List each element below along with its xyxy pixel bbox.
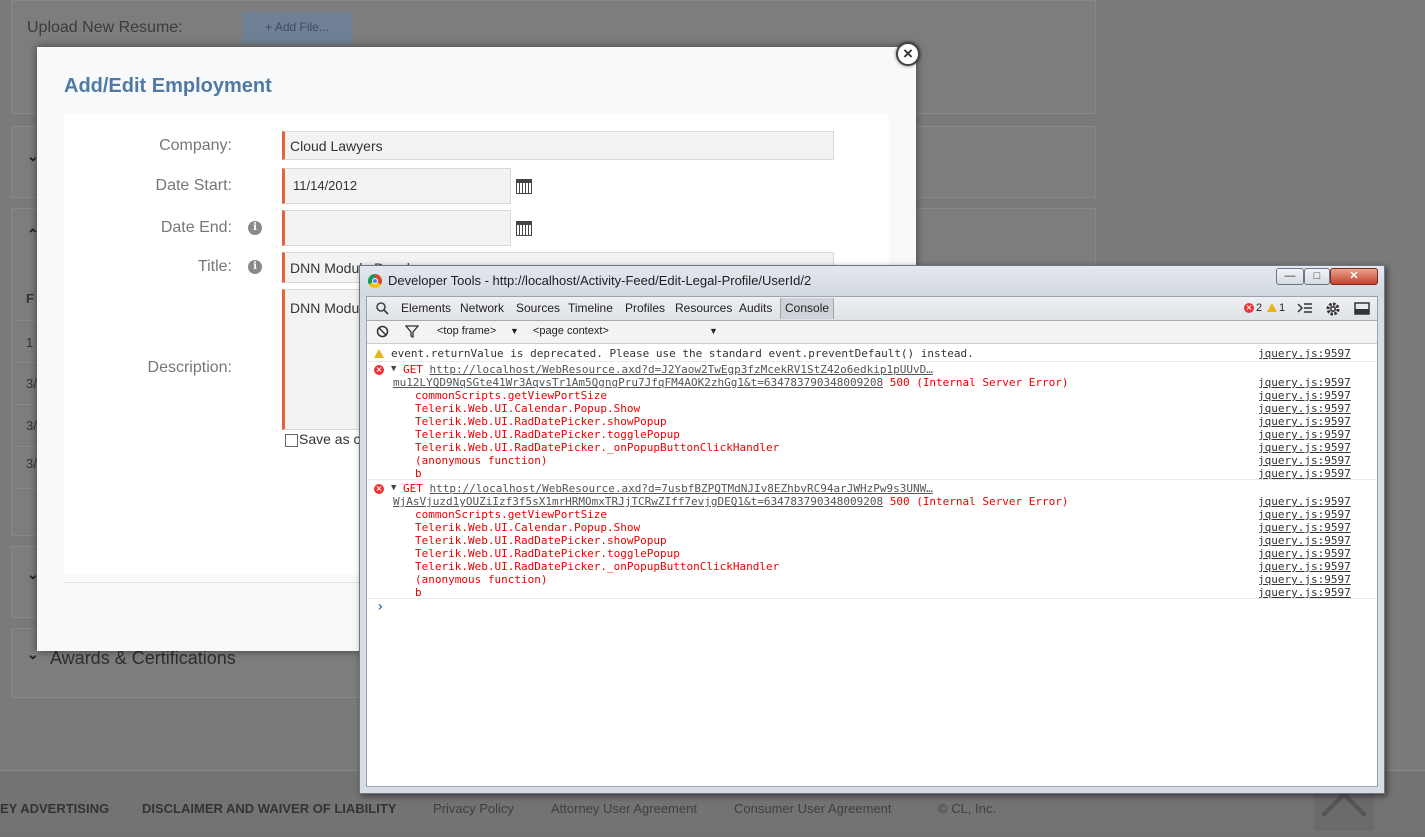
tab-timeline[interactable]: Timeline	[568, 301, 613, 315]
maximize-button[interactable]: □	[1304, 268, 1330, 285]
stack-frame: Telerik.Web.UI.RadDatePicker.togglePopup	[415, 547, 680, 560]
request-url-link[interactable]: WjAsVjuzd1yOUZiIzf3f5sX1mrHRMOmxTRJjTCRw…	[393, 495, 883, 508]
devtools-body: Elements Network Sources Timeline Profil…	[366, 296, 1378, 787]
error-count[interactable]: 2	[1256, 302, 1262, 314]
source-link[interactable]: jquery.js:9597	[1258, 376, 1351, 389]
console-error-message: × ▼ GET http://localhost/WebResource.axd…	[374, 482, 1351, 599]
stack-frame: Telerik.Web.UI.Calendar.Popup.Show	[415, 402, 641, 415]
gear-icon[interactable]	[1325, 301, 1341, 317]
source-link[interactable]: jquery.js:9597	[1258, 495, 1351, 508]
expand-triangle-icon[interactable]: ▼	[391, 363, 396, 376]
source-link[interactable]: jquery.js:9597	[1258, 534, 1351, 547]
footer-disclaimer-link[interactable]: DISCLAIMER AND WAIVER OF LIABILITY	[142, 801, 396, 816]
tab-network[interactable]: Network	[460, 301, 504, 315]
dock-icon[interactable]	[1354, 302, 1370, 315]
source-link[interactable]: jquery.js:9597	[1258, 402, 1351, 415]
chrome-logo-icon	[368, 274, 382, 288]
description-label: Description:	[147, 359, 232, 376]
devtools-window-title: Developer Tools - http://localhost/Activ…	[388, 273, 812, 288]
modal-close-button[interactable]: ×	[896, 42, 920, 66]
console-drawer-icon[interactable]	[1297, 302, 1313, 315]
console-prompt[interactable]: ›	[376, 600, 384, 614]
context-select[interactable]: <page context>	[533, 325, 609, 337]
frame-select-chevron-icon[interactable]: ▼	[510, 326, 519, 336]
search-icon[interactable]	[376, 302, 389, 315]
source-link[interactable]: jquery.js:9597	[1258, 573, 1351, 586]
source-link[interactable]: jquery.js:9597	[1258, 347, 1351, 360]
title-label: Title:	[197, 258, 232, 275]
tab-sources[interactable]: Sources	[516, 301, 560, 315]
save-as-checkbox[interactable]	[285, 434, 298, 447]
source-link[interactable]: jquery.js:9597	[1258, 454, 1351, 467]
company-input[interactable]: Cloud Lawyers	[282, 131, 834, 160]
footer-attorney-agreement-link[interactable]: Attorney User Agreement	[551, 801, 697, 816]
error-icon: ×	[374, 484, 384, 494]
footer-privacy-link[interactable]: Privacy Policy	[433, 801, 514, 816]
minimize-button[interactable]: —	[1276, 268, 1304, 285]
devtools-toolbar: Elements Network Sources Timeline Profil…	[367, 297, 1377, 321]
frame-select[interactable]: <top frame>	[437, 325, 496, 337]
footer-consumer-agreement-link[interactable]: Consumer User Agreement	[734, 801, 892, 816]
console-error-message: × ▼ GET http://localhost/WebResource.axd…	[374, 363, 1351, 480]
info-icon[interactable]: i	[248, 260, 262, 274]
date-end-label: Date End:	[160, 219, 232, 236]
footer-advertising-link[interactable]: EY ADVERTISING	[0, 801, 109, 816]
warning-count-icon[interactable]	[1267, 303, 1277, 312]
stack-frame: (anonymous function)	[415, 454, 548, 467]
error-icon: ×	[374, 365, 384, 375]
stack-frame: Telerik.Web.UI.RadDatePicker.togglePopup	[415, 428, 680, 441]
tab-audits[interactable]: Audits	[739, 301, 772, 315]
info-icon[interactable]: i	[248, 221, 262, 235]
company-label: Company:	[159, 137, 232, 154]
request-url-link[interactable]: http://localhost/WebResource.axd?d=7usbf…	[430, 482, 933, 495]
tab-console[interactable]: Console	[780, 298, 835, 319]
request-url-link[interactable]: mu12LYQD9NqSGte41Wr3AqvsTr1Am5QgngPru7Jf…	[393, 376, 883, 389]
date-start-input[interactable]: 11/14/2012	[282, 168, 511, 204]
source-link[interactable]: jquery.js:9597	[1258, 428, 1351, 441]
tab-elements[interactable]: Elements	[401, 301, 451, 315]
save-as-label: Save as c	[299, 431, 361, 447]
source-link[interactable]: jquery.js:9597	[1258, 560, 1351, 573]
stack-frame: commonScripts.getViewPortSize	[415, 508, 608, 521]
filter-icon[interactable]	[405, 325, 419, 338]
tab-resources[interactable]: Resources	[675, 301, 732, 315]
stack-frame: Telerik.Web.UI.RadDatePicker._onPopupBut…	[415, 441, 780, 454]
stack-frame: Telerik.Web.UI.RadDatePicker.showPopup	[415, 534, 667, 547]
console-output: event.returnValue is deprecated. Please …	[367, 345, 1377, 786]
context-select-chevron-icon[interactable]: ▼	[709, 326, 718, 336]
source-link[interactable]: jquery.js:9597	[1258, 521, 1351, 534]
awards-title: Awards & Certifications	[50, 648, 236, 668]
add-file-button[interactable]: + Add File...	[242, 12, 352, 44]
expand-triangle-icon[interactable]: ▼	[391, 482, 396, 495]
source-link[interactable]: jquery.js:9597	[1258, 547, 1351, 560]
stack-frame: Telerik.Web.UI.RadDatePicker._onPopupBut…	[415, 560, 780, 573]
modal-title: Add/Edit Employment	[64, 75, 272, 97]
warning-icon	[374, 349, 384, 358]
calendar-icon[interactable]	[516, 221, 532, 236]
source-link[interactable]: jquery.js:9597	[1258, 508, 1351, 521]
stack-frame: Telerik.Web.UI.RadDatePicker.showPopup	[415, 415, 667, 428]
clear-console-icon[interactable]	[376, 325, 389, 338]
console-filter-bar: <top frame> ▼ <page context> ▼	[367, 321, 1377, 344]
window-close-button[interactable]: ✕	[1330, 268, 1378, 285]
calendar-icon[interactable]	[516, 179, 532, 194]
date-start-label: Date Start:	[155, 177, 232, 194]
stack-frame: (anonymous function)	[415, 573, 548, 586]
console-warning-message: event.returnValue is deprecated. Please …	[367, 347, 1377, 361]
request-url-link[interactable]: http://localhost/WebResource.axd?d=J2Yao…	[430, 363, 933, 376]
devtools-window: Developer Tools - http://localhost/Activ…	[359, 265, 1385, 794]
devtools-titlebar[interactable]: Developer Tools - http://localhost/Activ…	[360, 266, 1384, 296]
source-link[interactable]: jquery.js:9597	[1258, 389, 1351, 402]
error-count-icon[interactable]: ×	[1244, 303, 1254, 313]
date-end-input[interactable]	[282, 210, 511, 246]
stack-frame: commonScripts.getViewPortSize	[415, 389, 608, 402]
source-link[interactable]: jquery.js:9597	[1258, 441, 1351, 454]
footer-copyright: © CL, Inc.	[938, 801, 996, 816]
stack-frame: Telerik.Web.UI.Calendar.Popup.Show	[415, 521, 641, 534]
source-link[interactable]: jquery.js:9597	[1258, 415, 1351, 428]
upload-resume-label: Upload New Resume:	[27, 19, 183, 36]
warning-count[interactable]: 1	[1279, 302, 1285, 314]
tab-profiles[interactable]: Profiles	[625, 301, 665, 315]
